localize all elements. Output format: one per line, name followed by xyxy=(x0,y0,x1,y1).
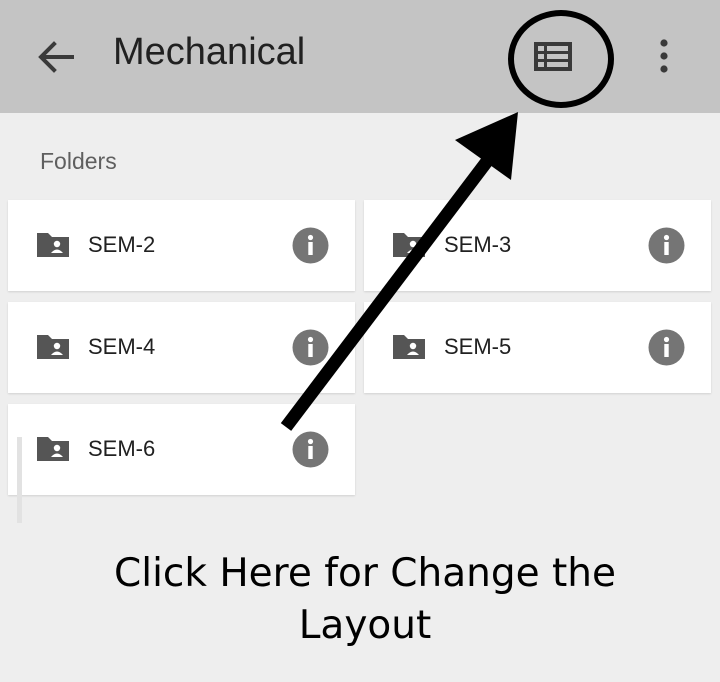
caption-line-2: Layout xyxy=(298,603,432,648)
folder-card-sem-2[interactable]: SEM-2 xyxy=(8,200,355,291)
folder-card-sem-6[interactable]: SEM-6 xyxy=(8,404,355,495)
shared-folder-icon xyxy=(37,437,69,461)
view-list-icon xyxy=(534,42,572,71)
folder-card-sem-3[interactable]: SEM-3 xyxy=(364,200,711,291)
more-options-button[interactable] xyxy=(644,33,684,79)
folder-name: SEM-3 xyxy=(444,232,512,257)
info-icon[interactable] xyxy=(648,227,685,264)
folder-name: SEM-6 xyxy=(88,436,156,461)
info-icon[interactable] xyxy=(292,329,329,366)
shared-folder-icon xyxy=(393,335,425,359)
arrow-left-icon xyxy=(38,41,74,73)
folder-card-sem-4[interactable]: SEM-4 xyxy=(8,302,355,393)
folder-name: SEM-4 xyxy=(88,334,156,359)
folder-name: SEM-2 xyxy=(88,232,156,257)
info-icon[interactable] xyxy=(292,431,329,468)
shared-folder-icon xyxy=(37,335,69,359)
more-vert-icon xyxy=(660,39,668,73)
back-button[interactable] xyxy=(32,34,78,80)
caption-line-1: Click Here for Change the xyxy=(114,551,616,596)
change-layout-button[interactable] xyxy=(523,33,583,79)
info-icon[interactable] xyxy=(292,227,329,264)
shared-folder-icon xyxy=(393,233,425,257)
folder-name: SEM-5 xyxy=(444,334,512,359)
app-bar: Mechanical xyxy=(0,0,720,113)
scroll-indicator xyxy=(17,437,22,523)
folders-section-label: Folders xyxy=(40,148,117,174)
page-title: Mechanical xyxy=(113,31,306,73)
folder-card-sem-5[interactable]: SEM-5 xyxy=(364,302,711,393)
shared-folder-icon xyxy=(37,233,69,257)
info-icon[interactable] xyxy=(648,329,685,366)
annotation-caption: Click Here for Change the Layout xyxy=(80,548,650,652)
